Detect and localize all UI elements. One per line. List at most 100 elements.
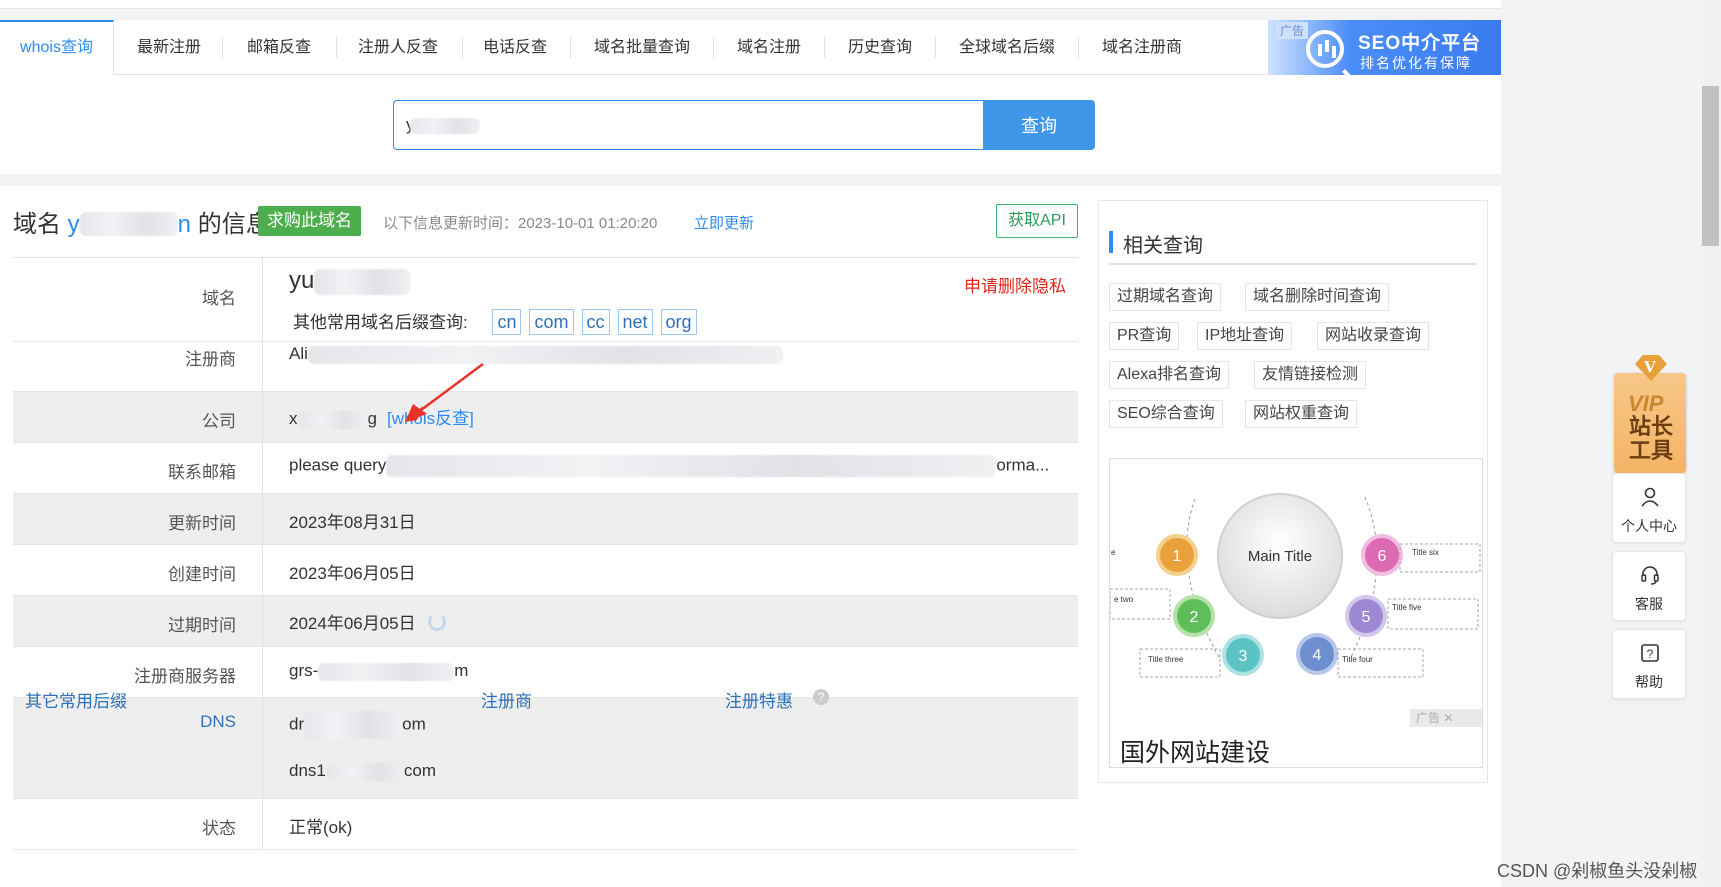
- svg-text:5: 5: [1362, 609, 1371, 626]
- request-privacy-removal-link[interactable]: 申请删除隐私: [964, 272, 1066, 297]
- table-row-email: 联系邮箱 please query orma...: [13, 443, 1078, 494]
- footer-other-suffixes[interactable]: 其它常用后缀: [25, 692, 127, 711]
- footer-special-offer[interactable]: 注册特惠: [725, 687, 793, 712]
- row-label: 域名: [13, 258, 263, 341]
- row-label: 公司: [13, 392, 263, 442]
- tag-indexed-query[interactable]: 网站收录查询: [1317, 322, 1430, 350]
- vip-webmaster-tools[interactable]: VIP 站长工具 V: [1612, 355, 1688, 473]
- tag-link-check[interactable]: 友情链接检测: [1254, 361, 1367, 389]
- nav-divider: [713, 36, 714, 58]
- status-value: 正常(ok): [289, 818, 353, 837]
- search-button[interactable]: 查询: [983, 100, 1095, 150]
- ad-caption: 国外网站建设: [1120, 739, 1271, 767]
- redacted-whois-server: [318, 662, 455, 681]
- updated-value: 2023年08月31日: [289, 513, 416, 532]
- table-row-dns: DNS dr om dns1 com: [13, 698, 1078, 799]
- refresh-icon[interactable]: [427, 613, 446, 631]
- tab-registrant-reverse[interactable]: 注册人反查: [348, 20, 448, 75]
- related-queries-panel: 相关查询 过期域名查询 域名删除时间查询 PR查询 IP地址查询 网站收录查询 …: [1098, 200, 1488, 783]
- page-title: 域名 yn 的信息: [13, 204, 270, 239]
- personal-center-label: 个人中心: [1621, 518, 1677, 534]
- table-row-registrar: 注册商 Ali: [13, 342, 1078, 392]
- customer-service-button[interactable]: 客服: [1612, 551, 1686, 621]
- redacted-registrar: [307, 345, 783, 364]
- tab-global-suffix[interactable]: 全球域名后缀: [948, 20, 1066, 75]
- whois-server-value: grs-m: [289, 661, 469, 681]
- related-header: 相关查询: [1109, 229, 1477, 265]
- row-label: 更新时间: [13, 494, 263, 544]
- footer-registrar[interactable]: 注册商: [481, 687, 532, 712]
- redacted-dns-1: [304, 711, 403, 739]
- title-domain-end: n: [177, 211, 192, 238]
- suffix-label: 其他常用域名后缀查询:: [293, 313, 468, 332]
- top-strip: [0, 0, 1501, 9]
- domain-header: 域名 yn 的信息 求购此域名 以下信息更新时间：2023-10-01 01:2…: [13, 204, 1078, 244]
- tag-pr-query[interactable]: PR查询: [1109, 322, 1180, 350]
- svg-text:6: 6: [1378, 548, 1387, 565]
- personal-center-button[interactable]: 个人中心: [1612, 473, 1686, 543]
- suffix-cc[interactable]: cc: [581, 309, 610, 335]
- tab-history[interactable]: 历史查询: [837, 20, 923, 75]
- ad-close-button[interactable]: 广告 ✕: [1410, 709, 1482, 727]
- nav-divider: [462, 36, 463, 58]
- registrar-value: Ali: [289, 344, 783, 364]
- center-title: Main Title: [1248, 548, 1312, 565]
- chart-search-icon: [1306, 30, 1344, 68]
- tab-email-reverse[interactable]: 邮箱反查: [238, 20, 320, 75]
- suffix-query-row: 其他常用域名后缀查询: cn com cc net org: [293, 308, 697, 335]
- tag-domain-deletion-time[interactable]: 域名删除时间查询: [1245, 283, 1390, 311]
- tab-latest-registration[interactable]: 最新注册: [128, 20, 210, 75]
- expires-value: 2024年06月05日: [289, 609, 446, 634]
- redacted-domain-value: [314, 268, 411, 295]
- ad-infographic: Main Title 1 2 3 4 5 6 e two Title three…: [1110, 493, 1481, 678]
- title-prefix: 域名: [13, 211, 68, 238]
- scrollbar-thumb[interactable]: [1702, 86, 1719, 246]
- headset-icon: [1641, 566, 1659, 585]
- ad-tag: 广告: [1276, 22, 1309, 39]
- table-row-created: 创建时间 2023年06月05日: [13, 545, 1078, 596]
- redacted-dns-2: [325, 762, 404, 781]
- customer-service-label: 客服: [1635, 596, 1663, 612]
- update-now-link[interactable]: 立即更新: [694, 212, 754, 233]
- table-row-whois-server: 注册商服务器 grs-m: [13, 647, 1078, 698]
- svg-text:Title six: Title six: [1412, 548, 1439, 557]
- suffix-cn[interactable]: cn: [492, 309, 522, 335]
- svg-text:?: ?: [1647, 647, 1654, 661]
- help-icon[interactable]: ?: [813, 689, 829, 705]
- tag-seo-overview[interactable]: SEO综合查询: [1109, 400, 1223, 428]
- seo-ad-banner[interactable]: 广告 SEO中介平台 排名优化有保障: [1268, 20, 1501, 77]
- tab-bulk-query[interactable]: 域名批量查询: [586, 20, 698, 75]
- tab-registrars[interactable]: 域名注册商: [1092, 20, 1192, 75]
- svg-text:4: 4: [1313, 647, 1322, 664]
- suffix-com[interactable]: com: [529, 309, 574, 335]
- page-scrollbar[interactable]: [1700, 0, 1721, 887]
- help-button[interactable]: ? 帮助: [1612, 629, 1686, 699]
- website-building-ad[interactable]: Main Title 1 2 3 4 5 6 e two Title three…: [1109, 458, 1483, 768]
- nav-divider: [824, 36, 825, 58]
- tag-expired-domains[interactable]: 过期域名查询: [1109, 283, 1222, 311]
- suffix-org[interactable]: org: [660, 309, 697, 335]
- tag-alexa-rank[interactable]: Alexa排名查询: [1109, 361, 1230, 389]
- get-api-button[interactable]: 获取API: [996, 204, 1078, 238]
- tag-ip-query[interactable]: IP地址查询: [1197, 322, 1293, 350]
- table-row-expires: 过期时间 2024年06月05日: [13, 596, 1078, 647]
- tab-whois[interactable]: whois查询: [0, 20, 114, 76]
- redacted-email: [386, 455, 997, 477]
- nav-divider: [935, 36, 936, 58]
- row-label: 创建时间: [13, 545, 263, 595]
- buy-domain-button[interactable]: 求购此域名: [258, 206, 361, 236]
- accent-bar: [1109, 231, 1113, 253]
- redacted-search-text: [410, 118, 480, 134]
- nav-divider: [1078, 36, 1079, 58]
- tab-domain-registration[interactable]: 域名注册: [726, 20, 812, 75]
- tab-phone-reverse[interactable]: 电话反查: [474, 20, 556, 75]
- suffix-net[interactable]: net: [617, 309, 653, 335]
- domain-search-input[interactable]: [393, 100, 983, 150]
- redacted-domain: [79, 211, 178, 236]
- table-row-domain: 域名 yu 申请删除隐私 其他常用域名后缀查询: cn com cc net org: [13, 258, 1078, 342]
- svg-text:e two: e two: [1114, 595, 1134, 604]
- created-value: 2023年06月05日: [289, 564, 416, 583]
- footer-section-headings: 其它常用后缀 注册商 注册特惠 ?: [25, 687, 829, 712]
- svg-text:e: e: [1111, 548, 1116, 557]
- tag-site-weight[interactable]: 网站权重查询: [1245, 400, 1358, 428]
